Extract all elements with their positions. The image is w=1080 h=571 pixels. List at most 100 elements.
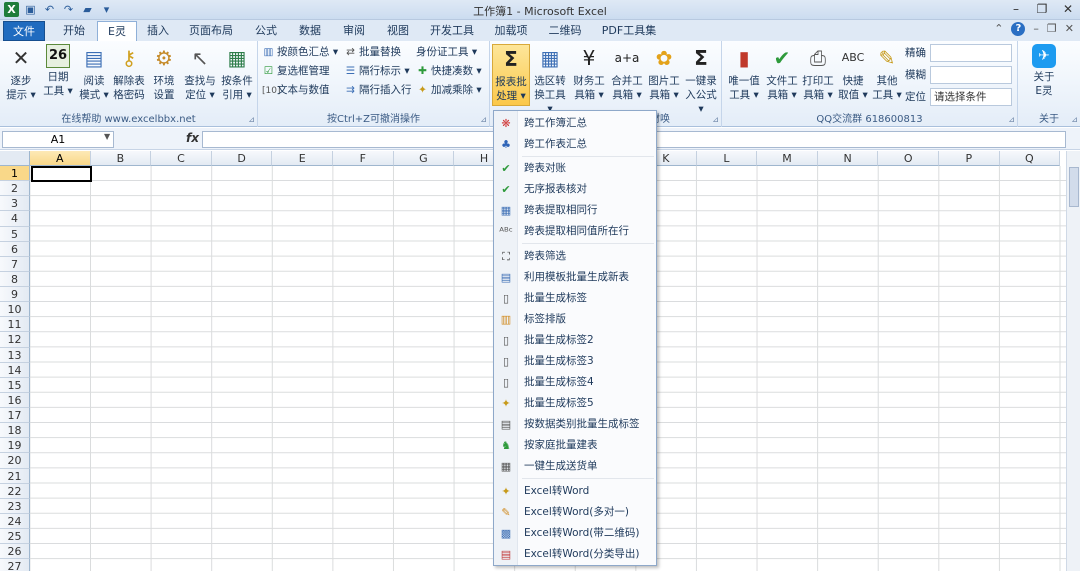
row-header[interactable]: 20 [0,453,30,469]
tab-view[interactable]: 视图 [380,21,416,41]
menu-item[interactable]: ▤ Excel转Word(分类导出) [494,544,658,565]
column-header[interactable]: D [211,151,273,166]
menu-item[interactable]: ᴬᴮᶜ 跨表提取相同值所在行 [494,221,658,242]
dialog-launcher-icon[interactable]: ⊿ [1008,115,1015,124]
row-header[interactable]: 16 [0,392,30,409]
batch-replace-button[interactable]: ⇄ 批量替换 [344,44,401,61]
row-header[interactable]: 22 [0,483,30,499]
row-header[interactable]: 1 [0,166,30,182]
help-icon[interactable]: ? [1011,22,1026,36]
read-mode-button[interactable]: ▤ 阅读 模式 ▾ [77,44,111,102]
menu-item[interactable]: ✔ 无序报表核对 [494,179,658,200]
dialog-launcher-icon[interactable]: ⊿ [248,115,255,124]
tab-file[interactable]: 文件 [3,21,45,41]
doc-close-icon[interactable]: ✕ [1065,22,1074,36]
row-header[interactable]: 21 [0,468,30,484]
row-header[interactable]: 23 [0,498,30,514]
row-header[interactable]: 15 [0,377,30,393]
close-icon[interactable]: ✕ [1060,2,1076,16]
column-header[interactable]: G [393,151,455,166]
select-all-corner[interactable] [0,151,30,166]
function-icon[interactable]: fx [186,131,199,145]
row-header[interactable]: 14 [0,362,30,378]
condition-select[interactable]: 请选择条件 [930,88,1012,106]
column-header[interactable]: L [696,151,758,166]
tab-formulas[interactable]: 公式 [248,21,284,41]
row-header[interactable]: 27 [0,559,30,571]
alternate-row-mark-button[interactable]: ☰ 隔行标示 ▾ [344,63,410,80]
picture-toolbox-button[interactable]: ✿ 图片工 具箱 ▾ [646,44,682,102]
row-header[interactable]: 2 [0,181,30,197]
row-header[interactable]: 10 [0,302,30,318]
text-number-button[interactable]: [10]文本与数值 [262,82,330,99]
row-header[interactable]: 4 [0,211,30,227]
unlock-sheet-button[interactable]: ⚷ 解除表 格密码 [112,44,146,102]
column-header[interactable]: N [817,151,879,166]
dialog-launcher-icon[interactable]: ⊿ [1071,115,1078,124]
quick-sum-button[interactable]: ✚ 快捷凑数 ▾ [416,63,482,80]
finance-toolbox-button[interactable]: ¥ 财务工 具箱 ▾ [570,44,608,102]
fuzzy-input[interactable] [930,66,1012,84]
menu-item[interactable]: ✎ Excel转Word(多对一) [494,502,658,523]
tab-review[interactable]: 审阅 [336,21,372,41]
menu-item[interactable]: ✦ Excel转Word [494,481,658,502]
unique-value-button[interactable]: ▮ 唯一值 工具 ▾ [725,44,763,102]
tab-data[interactable]: 数据 [292,21,328,41]
menu-item[interactable]: ✔ 跨表对账 [494,158,658,179]
menu-item[interactable]: ▦ 跨表提取相同行 [494,200,658,221]
row-header[interactable]: 11 [0,317,30,333]
arithmetic-button[interactable]: ✦ 加减乘除 ▾ [416,82,482,99]
menu-item[interactable]: ▤ 按数据类别批量生成标签 [494,414,658,435]
row-header[interactable]: 13 [0,347,30,363]
quick-value-button[interactable]: ABC 快捷 取值 ▾ [836,44,870,102]
column-header[interactable]: B [90,151,152,166]
row-header[interactable]: 3 [0,196,30,212]
row-header[interactable]: 18 [0,423,30,439]
other-tools-button[interactable]: ✎ 其他 工具 ▾ [870,44,904,102]
row-header[interactable]: 6 [0,241,30,257]
row-header[interactable]: 7 [0,256,30,272]
vertical-scrollbar[interactable] [1066,151,1080,571]
column-header[interactable]: M [757,151,818,166]
menu-item[interactable]: ▯ 批量生成标签 [494,288,658,309]
column-header[interactable]: Q [999,151,1061,166]
step-hint-button[interactable]: ✕ 逐步 提示 ▾ [3,44,39,102]
chevron-down-icon[interactable]: ▼ [104,132,110,141]
tab-pdf-tools[interactable]: PDF工具集 [596,21,662,41]
menu-item[interactable]: ▯ 批量生成标签3 [494,351,658,372]
tab-addins[interactable]: 加载项 [488,21,534,41]
minimize-icon[interactable]: – [1008,2,1024,16]
menu-item[interactable]: ▦ 一键生成送货单 [494,456,658,477]
print-toolbox-button[interactable]: ⎙ 打印工 具箱 ▾ [800,44,836,102]
tab-home[interactable]: 开始 [52,21,96,41]
file-toolbox-button[interactable]: ✔ 文件工 具箱 ▾ [764,44,800,102]
menu-item[interactable]: ▤ 利用模板批量生成新表 [494,267,658,288]
row-header[interactable]: 17 [0,408,30,424]
tab-qrcode[interactable]: 二维码 [542,21,588,41]
dialog-launcher-icon[interactable]: ⊿ [480,115,487,124]
dialog-launcher-icon[interactable]: ⊿ [712,115,719,124]
row-header[interactable]: 19 [0,438,30,454]
row-header[interactable]: 8 [0,271,30,288]
column-header[interactable]: A [30,151,91,166]
conditional-ref-button[interactable]: ▦ 按条件 引用 ▾ [219,44,255,102]
row-header[interactable]: 12 [0,332,30,348]
env-settings-button[interactable]: ⚙ 环境 设置 [147,44,181,102]
selection-convert-button[interactable]: ▦ 选区转 换工具 ▾ [531,44,569,116]
menu-item[interactable]: ▥ 标签排版 [494,309,658,330]
doc-minimize-icon[interactable]: – [1033,22,1039,36]
sum-by-color-button[interactable]: ▥ 按颜色汇总 ▾ [262,44,339,61]
column-header[interactable]: C [151,151,212,166]
menu-item[interactable]: ⛶ 跨表筛选 [494,246,658,267]
row-header[interactable]: 5 [0,226,30,242]
merge-toolbox-button[interactable]: a+a 合并工 具箱 ▾ [609,44,645,102]
row-header[interactable]: 26 [0,544,30,560]
checkbox-manage-button[interactable]: ☑ 复选框管理 [262,63,330,80]
column-header[interactable]: E [272,151,333,166]
row-header[interactable]: 25 [0,529,30,545]
tab-page-layout[interactable]: 页面布局 [182,21,240,41]
precise-input[interactable] [930,44,1012,62]
tab-insert[interactable]: 插入 [140,21,176,41]
tab-eling[interactable]: E灵 [97,21,137,41]
row-header[interactable]: 9 [0,287,30,303]
